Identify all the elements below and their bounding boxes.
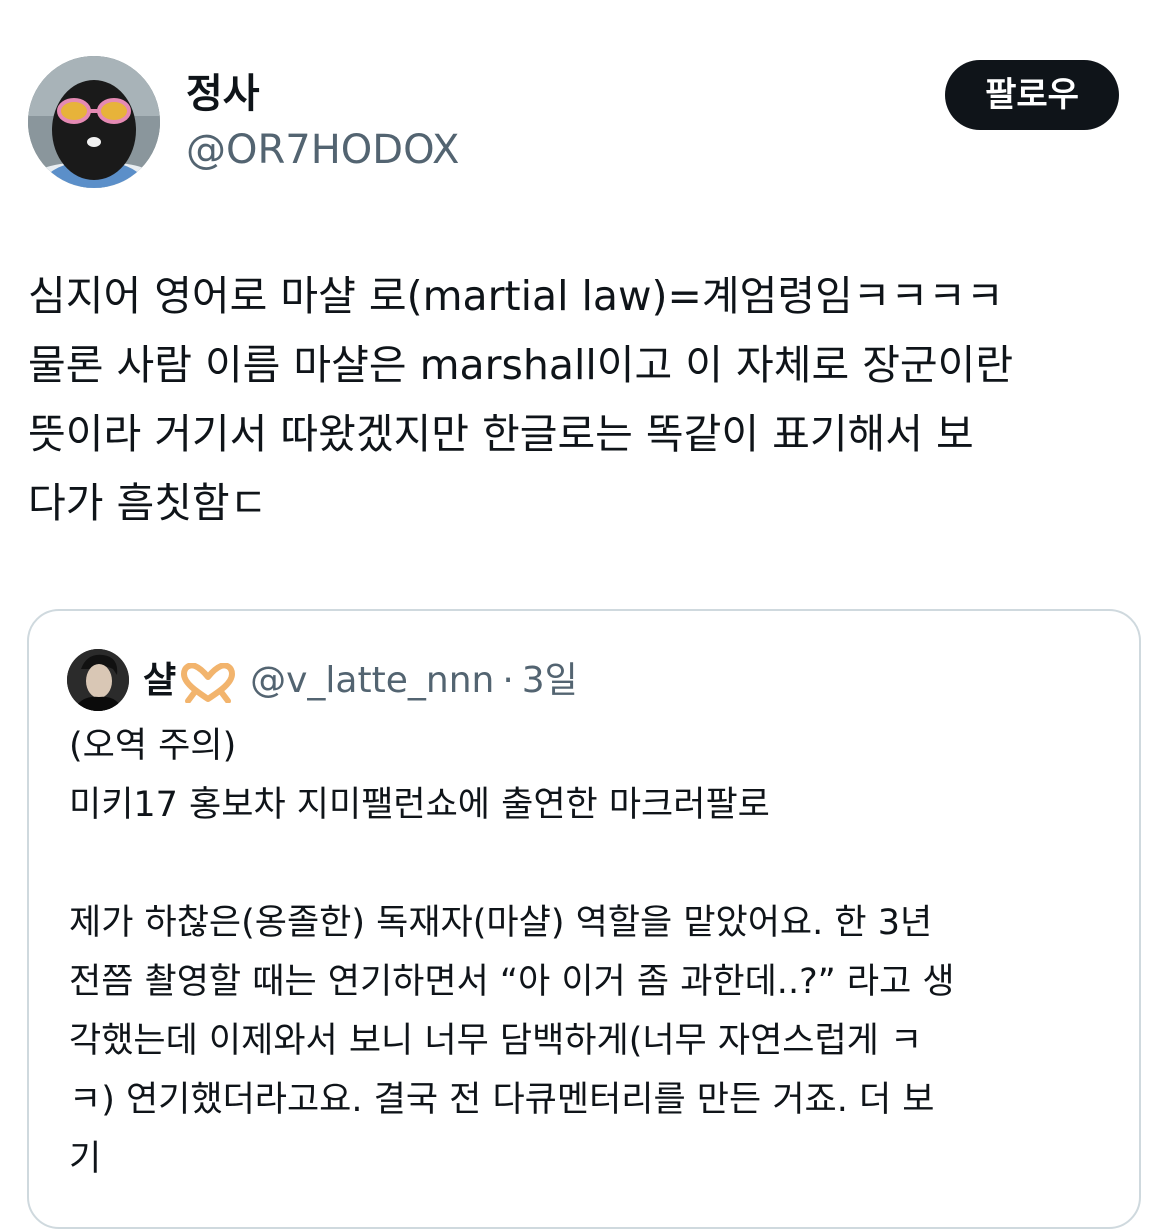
author-display-name[interactable]: 정사 — [186, 66, 260, 122]
quoted-author-display-name[interactable]: 샬 — [143, 653, 176, 709]
quoted-tweet-header: 샬 @v_latte_nnn · 3일 — [143, 653, 578, 709]
avatar-image — [28, 56, 160, 188]
quoted-author-handle[interactable]: @v_latte_nnn — [250, 653, 494, 709]
separator-dot: · — [502, 660, 514, 701]
quoted-tweet-time[interactable]: 3일 — [522, 653, 578, 709]
quoted-tweet-card[interactable]: 샬 @v_latte_nnn · 3일 (오역 주의) 미키17 홍보차 지미팰… — [27, 609, 1141, 1229]
quoted-avatar-image — [67, 649, 129, 711]
quoted-tweet-text: (오역 주의) 미키17 홍보차 지미팰런쇼에 출연한 마크러팔로 제가 하찮은… — [69, 726, 955, 1179]
tweet: 정사 @OR7HODOX 팔로우 심지어 영어로 마샬 로(martial la… — [0, 0, 1170, 1229]
follow-button[interactable]: 팔로우 — [945, 60, 1119, 130]
tweet-text: 심지어 영어로 마샬 로(martial law)=계엄령임ㅋㅋㅋㅋ 물론 사람… — [28, 272, 1014, 527]
heart-hands-icon — [180, 662, 236, 704]
author-avatar[interactable] — [28, 56, 160, 188]
author-handle[interactable]: @OR7HODOX — [186, 122, 459, 178]
quoted-author-avatar[interactable] — [67, 649, 129, 711]
